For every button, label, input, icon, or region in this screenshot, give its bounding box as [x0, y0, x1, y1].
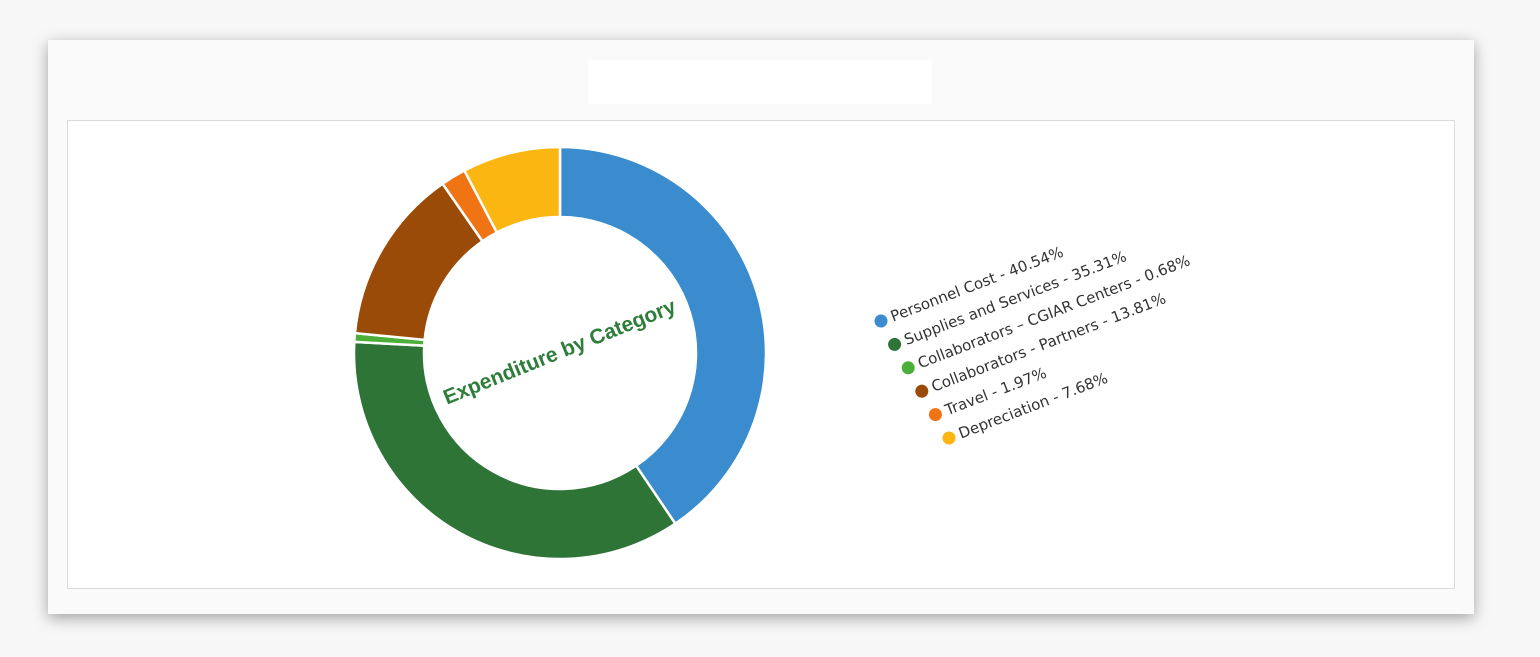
chart-legend: Personnel Cost - 40.54%Supplies and Serv… — [874, 243, 1193, 445]
legend-item-collaborators-cgiar-centers[interactable]: Collaborators – CGIAR Centers - 0.68% — [899, 251, 1193, 378]
legend-marker — [901, 361, 915, 375]
legend-marker — [874, 314, 888, 328]
donut-chart: Expenditure by Category Personnel Cost -… — [352, 145, 1193, 561]
legend-marker — [888, 337, 902, 351]
legend-marker — [928, 408, 942, 422]
chart-panel: Expenditure by Category Personnel Cost -… — [67, 120, 1455, 589]
center-label: Expenditure by Category — [440, 295, 679, 410]
legend-marker — [942, 431, 956, 445]
card-title — [588, 60, 932, 104]
legend-marker — [915, 384, 929, 398]
chart-card: Expenditure by Category Personnel Cost -… — [48, 40, 1474, 614]
